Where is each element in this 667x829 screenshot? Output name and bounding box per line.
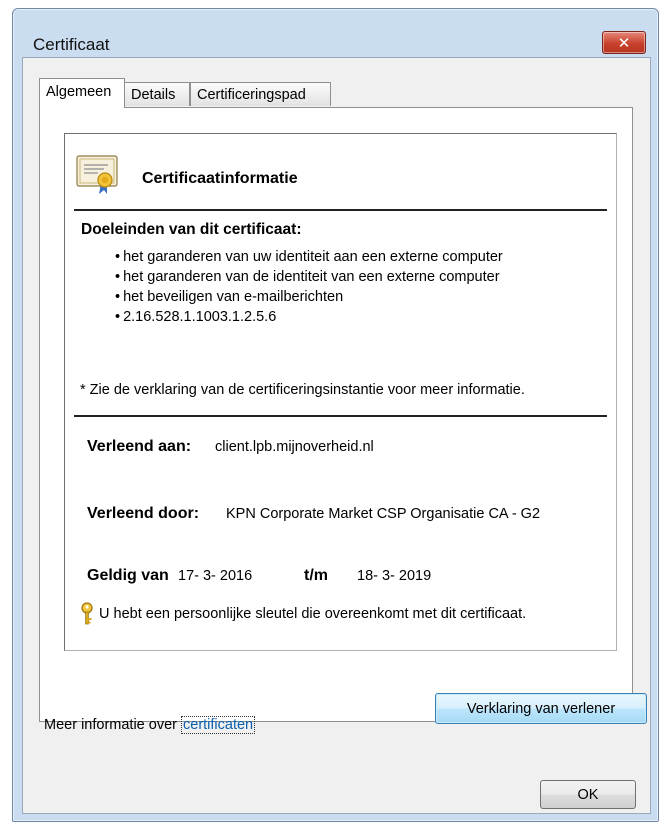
ca-statement-note: * Zie de verklaring van de certificering… [80,382,525,398]
close-button[interactable]: ✕ [602,31,646,54]
issued-by-label: Verleend door: [87,505,200,522]
tab-details[interactable]: Details [124,82,190,106]
window-title: Certificaat [33,35,110,54]
divider [74,209,607,211]
valid-from-value: 17- 3- 2016 [178,568,253,584]
divider [74,415,607,417]
dialog-body: Algemeen Details Certificeringspad Certi… [22,57,651,814]
close-icon: ✕ [617,34,631,52]
valid-to-label: t/m [304,567,328,584]
tab-algemeen[interactable]: Algemeen [39,78,125,108]
more-info-text: Meer informatie over certificaten [44,716,256,734]
tab-panel-algemeen: Certificaatinformatie Doeleinden van dit… [39,107,647,724]
certificates-link[interactable]: certificaten [181,716,256,734]
certificate-icon [76,155,118,194]
purpose-item: het beveiligen van e-mailberichten [115,287,503,307]
purpose-item: het garanderen van uw identiteit aan een… [115,247,503,267]
key-icon [81,602,93,625]
purpose-item: het garanderen van de identiteit van een… [115,267,503,287]
tab-certificeringspad[interactable]: Certificeringspad [190,82,331,106]
certificate-dialog: Certificaat ✕ Algemeen Details Certifice… [12,8,659,822]
certificate-info-box: Certificaatinformatie Doeleinden van dit… [64,133,617,651]
issuer-statement-button[interactable]: Verklaring van verlener [435,693,647,724]
purposes-list: het garanderen van uw identiteit aan een… [115,247,503,327]
ok-button[interactable]: OK [540,780,636,809]
certificate-heading: Certificaatinformatie [142,170,298,187]
issued-by-value: KPN Corporate Market CSP Organisatie CA … [226,506,541,522]
valid-from-label: Geldig van [87,567,169,584]
private-key-note: U hebt een persoonlijke sleutel die over… [99,606,527,622]
title-bar[interactable]: Certificaat ✕ [13,9,658,57]
background-edge [0,0,10,829]
valid-to-value: 18- 3- 2019 [357,568,432,584]
purposes-heading: Doeleinden van dit certificaat: [81,221,302,238]
issued-to-label: Verleend aan: [87,438,192,455]
issued-to-value: client.lpb.mijnoverheid.nl [215,439,374,455]
purpose-item: 2.16.528.1.1003.1.2.5.6 [115,307,503,327]
more-info-label: Meer informatie over [44,717,177,733]
